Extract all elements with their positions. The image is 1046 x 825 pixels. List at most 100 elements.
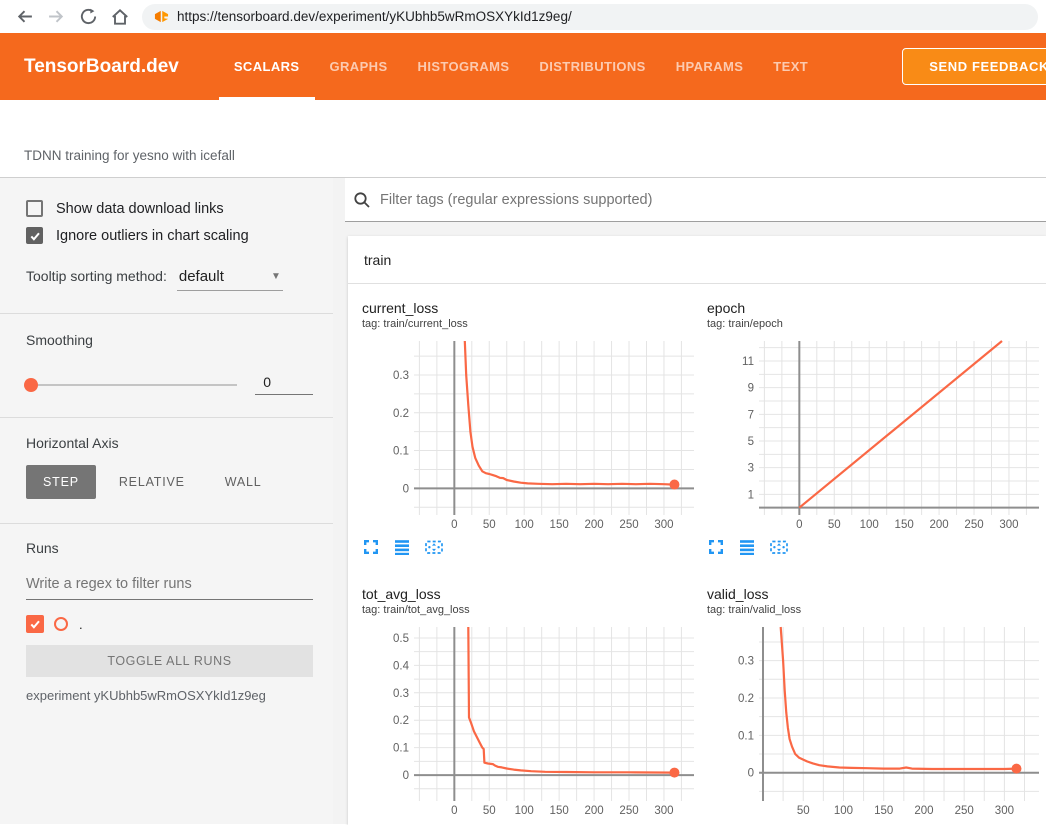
browser-chrome: https://tensorboard.dev/experiment/yKUbh… <box>0 0 1046 33</box>
svg-text:250: 250 <box>619 519 638 531</box>
fullscreen-icon[interactable] <box>362 538 380 556</box>
tab-text[interactable]: TEXT <box>758 33 823 100</box>
chart-title: tot_avg_loss <box>362 586 693 602</box>
show-download-links-checkbox[interactable] <box>26 200 43 217</box>
tooltip-sorting-value: default <box>179 268 224 285</box>
svg-text:0.1: 0.1 <box>738 730 754 742</box>
svg-text:0.2: 0.2 <box>393 408 409 420</box>
svg-text:150: 150 <box>874 805 893 817</box>
svg-text:0: 0 <box>403 770 409 782</box>
chart-actions <box>362 538 693 556</box>
chart-card-tot_avg_loss: tot_avg_loss tag: train/tot_avg_loss 0 50 10… <box>348 570 693 825</box>
svg-text:100: 100 <box>834 805 853 817</box>
send-feedback-button[interactable]: SEND FEEDBACK <box>902 48 1046 85</box>
svg-text:200: 200 <box>929 519 948 531</box>
svg-text:50: 50 <box>483 519 496 531</box>
charts-grid: current_losstag: train/current_loss05010… <box>348 284 1046 825</box>
back-icon[interactable] <box>12 5 36 29</box>
sidebar: Show data download links Ignore outliers… <box>0 178 333 824</box>
smoothing-slider[interactable] <box>26 384 237 386</box>
tensorboard-favicon <box>154 9 169 24</box>
show-download-links-row[interactable]: Show data download links <box>26 200 313 217</box>
chart-title: epoch <box>707 300 1038 316</box>
train-section-header[interactable]: train <box>348 236 1046 284</box>
svg-text:300: 300 <box>654 519 673 531</box>
ignore-outliers-row[interactable]: Ignore outliers in chart scaling <box>26 227 313 244</box>
brand-title: TensorBoard.dev <box>24 56 179 78</box>
chart-actions <box>707 538 1038 556</box>
tab-graphs[interactable]: GRAPHS <box>315 33 403 100</box>
svg-text:0: 0 <box>403 483 409 495</box>
nav-tabs: SCALARSGRAPHSHISTOGRAMSDISTRIBUTIONSHPAR… <box>219 33 823 100</box>
svg-text:200: 200 <box>914 805 933 817</box>
smoothing-label: Smoothing <box>26 332 313 348</box>
run-checkbox[interactable] <box>26 615 44 633</box>
ignore-outliers-checkbox[interactable] <box>26 227 43 244</box>
tab-histograms[interactable]: HISTOGRAMS <box>403 33 525 100</box>
axis-option-relative[interactable]: RELATIVE <box>102 465 202 499</box>
fullscreen-icon[interactable] <box>707 538 725 556</box>
tab-hparams[interactable]: HPARAMS <box>661 33 759 100</box>
svg-text:100: 100 <box>860 519 879 531</box>
run-row: . <box>26 615 313 633</box>
fit-domain-icon[interactable] <box>424 538 444 556</box>
forward-icon[interactable] <box>44 5 68 29</box>
svg-text:100: 100 <box>515 805 534 817</box>
fit-domain-icon[interactable] <box>769 538 789 556</box>
tab-scalars[interactable]: SCALARS <box>219 33 315 100</box>
url-bar[interactable]: https://tensorboard.dev/experiment/yKUbh… <box>142 4 1038 30</box>
url-text: https://tensorboard.dev/experiment/yKUbh… <box>177 9 572 24</box>
chart-card-valid_loss: valid_losstag: train/valid_loss501001502… <box>693 570 1038 825</box>
svg-text:11: 11 <box>742 356 754 368</box>
svg-text:0.5: 0.5 <box>393 633 409 645</box>
svg-text:0.1: 0.1 <box>393 446 409 458</box>
slider-thumb[interactable] <box>24 378 38 392</box>
tag-filter-input[interactable] <box>380 192 1046 208</box>
runs-label: Runs <box>26 540 313 556</box>
svg-text:150: 150 <box>550 519 569 531</box>
chart-plot[interactable]: 0501001502002503001357911 <box>707 336 1046 536</box>
chart-tag: tag: train/valid_loss <box>707 604 1038 616</box>
log-scale-icon[interactable] <box>393 538 411 556</box>
home-icon[interactable] <box>108 5 132 29</box>
reload-icon[interactable] <box>76 5 100 29</box>
chart-plot[interactable]: 05010015020025030000.10.20.30.40.5 <box>362 622 702 822</box>
checkbox-label: Show data download links <box>56 201 224 217</box>
svg-text:50: 50 <box>828 519 841 531</box>
chart-tag: tag: train/tot_avg_loss <box>362 604 693 616</box>
svg-text:250: 250 <box>955 805 974 817</box>
axis-option-wall[interactable]: WALL <box>208 465 279 499</box>
svg-text:9: 9 <box>748 383 754 395</box>
tab-distributions[interactable]: DISTRIBUTIONS <box>524 33 660 100</box>
chart-plot[interactable]: 5010015020025030000.10.20.3 <box>707 622 1046 822</box>
svg-text:0.1: 0.1 <box>393 743 409 755</box>
run-name: . <box>79 617 83 632</box>
toggle-all-runs-button[interactable]: TOGGLE ALL RUNS <box>26 645 313 677</box>
chart-tag: tag: train/current_loss <box>362 318 693 330</box>
svg-text:0.4: 0.4 <box>393 660 410 672</box>
log-scale-icon[interactable] <box>738 538 756 556</box>
svg-text:0.2: 0.2 <box>393 715 409 727</box>
app-header: TensorBoard.dev SCALARSGRAPHSHISTOGRAMSD… <box>0 33 1046 100</box>
svg-text:0.3: 0.3 <box>393 688 409 700</box>
runs-filter-input[interactable] <box>26 568 313 600</box>
chart-plot[interactable]: 05010015020025030000.10.20.3 <box>362 336 702 536</box>
chart-card-epoch: epochtag: train/epoch0501001502002503001… <box>693 284 1038 570</box>
chart-title: valid_loss <box>707 586 1038 602</box>
smoothing-value[interactable]: 0 <box>255 374 313 395</box>
tooltip-sorting-select[interactable]: default ▼ <box>177 268 283 291</box>
svg-text:50: 50 <box>483 805 496 817</box>
chart-title: current_loss <box>362 300 693 316</box>
svg-text:1: 1 <box>748 489 754 501</box>
svg-text:250: 250 <box>964 519 983 531</box>
main-area: train current_loss tag: train/current_los… <box>333 178 1046 824</box>
svg-text:0.3: 0.3 <box>393 370 409 382</box>
svg-text:0: 0 <box>748 768 754 780</box>
axis-option-step[interactable]: STEP <box>26 465 96 499</box>
svg-text:0: 0 <box>451 519 457 531</box>
tooltip-sorting-row: Tooltip sorting method: default ▼ <box>26 268 313 291</box>
run-color-swatch-icon[interactable] <box>54 617 68 631</box>
section-title: train <box>364 252 391 268</box>
svg-text:0: 0 <box>451 805 457 817</box>
svg-text:250: 250 <box>619 805 638 817</box>
